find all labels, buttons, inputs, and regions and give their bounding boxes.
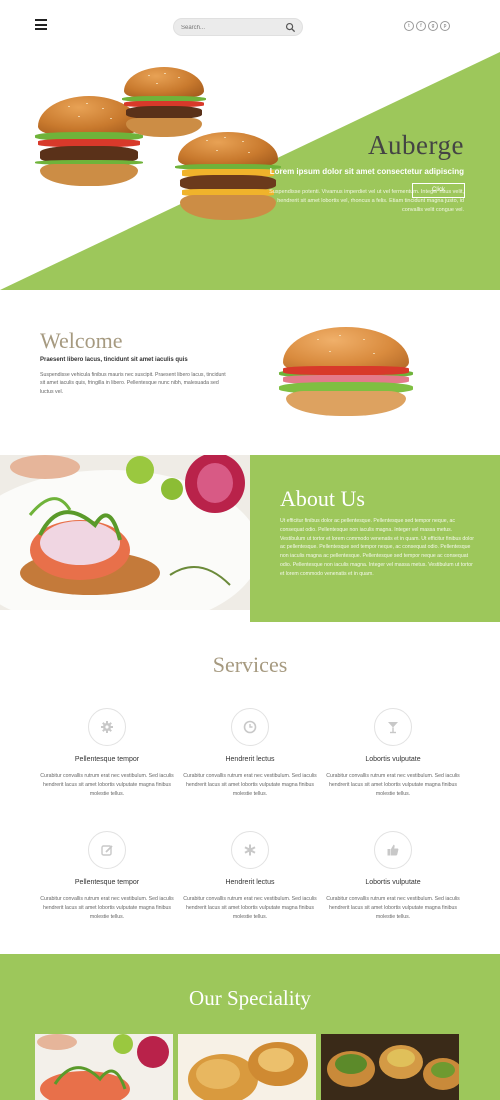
service-description: Curabitur convallis rutrum erat nec vest… (40, 896, 174, 920)
service-name: Lobortis vulputate (365, 756, 421, 763)
service-icon-circle[interactable] (374, 831, 412, 869)
speciality-image-salad[interactable] (35, 1034, 173, 1100)
hero-text: Auberge Lorem ipsum dolor sit amet conse… (264, 130, 464, 215)
service-description: Curabitur convallis rutrum erat nec vest… (40, 773, 174, 797)
service-description: Curabitur convallis rutrum erat nec vest… (183, 773, 317, 797)
speciality-image-fried[interactable] (178, 1034, 316, 1100)
welcome-body: Suspendisse vehicula finibus mauris nec … (40, 372, 226, 395)
pinterest-icon[interactable]: p (440, 21, 450, 31)
cocktail-glass-icon (388, 722, 398, 734)
hero-title: Auberge (368, 130, 464, 160)
burger-image (121, 67, 207, 139)
speciality-section: Our Speciality (0, 954, 500, 1100)
welcome-lead: Praesent libero lacus, tincidunt sit ame… (40, 357, 188, 363)
speciality-image-tarts[interactable] (321, 1034, 459, 1100)
service-item: Pellentesque tempor Curabitur convallis … (37, 831, 177, 922)
service-item: Lobortis vulputate Curabitur convallis r… (323, 831, 463, 922)
service-name: Hendrerit lectus (225, 879, 275, 886)
service-icon-circle[interactable] (374, 708, 412, 746)
service-icon-circle[interactable] (231, 831, 269, 869)
service-item: Pellentesque tempor Curabitur convallis … (37, 708, 177, 799)
hero-banner: Auberge Lorem ipsum dolor sit amet conse… (0, 52, 500, 290)
service-icon-circle[interactable] (231, 708, 269, 746)
service-description: Curabitur convallis rutrum erat nec vest… (183, 896, 317, 920)
welcome-burger-image (279, 327, 413, 419)
about-body: Ut efficitur finibus dolor ac pellentesq… (280, 518, 474, 577)
service-item: Hendrerit lectus Curabitur convallis rut… (180, 831, 320, 922)
service-description: Curabitur convallis rutrum erat nec vest… (326, 773, 460, 797)
service-name: Pellentesque tempor (74, 756, 140, 763)
service-item: Hendrerit lectus Curabitur convallis rut… (180, 708, 320, 799)
menu-icon[interactable] (35, 19, 47, 30)
thumbs-up-icon (387, 844, 399, 856)
edit-icon (101, 845, 113, 856)
hero-subtitle: Lorem ipsum dolor sit amet consectetur a… (269, 167, 464, 176)
twitter-icon[interactable]: t (404, 21, 414, 31)
service-name: Hendrerit lectus (225, 756, 275, 763)
service-name: Lobortis vulputate (365, 879, 421, 886)
speciality-title: Our Speciality (189, 986, 311, 1010)
service-description: Curabitur convallis rutrum erat nec vest… (326, 896, 460, 920)
clock-icon (243, 720, 257, 734)
service-name: Pellentesque tempor (74, 879, 140, 886)
about-title: About Us (280, 486, 365, 511)
about-food-image (0, 455, 250, 610)
service-item: Lobortis vulputate Curabitur convallis r… (323, 708, 463, 799)
service-icon-circle[interactable] (88, 708, 126, 746)
header: t f g p (0, 0, 500, 52)
search-input[interactable] (181, 22, 285, 33)
service-icon-circle[interactable] (88, 831, 126, 869)
social-links: t f g p (404, 21, 450, 31)
search-bar (173, 18, 303, 36)
asterisk-icon (244, 844, 256, 856)
welcome-title: Welcome (40, 328, 123, 353)
gear-icon (101, 721, 113, 733)
facebook-icon[interactable]: f (416, 21, 426, 31)
search-icon[interactable] (285, 22, 296, 33)
about-section: About Us Ut efficitur finibus dolor ac p… (250, 455, 500, 622)
services-title: Services (212, 652, 288, 677)
hero-click-button[interactable]: Click (412, 183, 465, 198)
burger-image (175, 132, 281, 222)
google-plus-icon[interactable]: g (428, 21, 438, 31)
